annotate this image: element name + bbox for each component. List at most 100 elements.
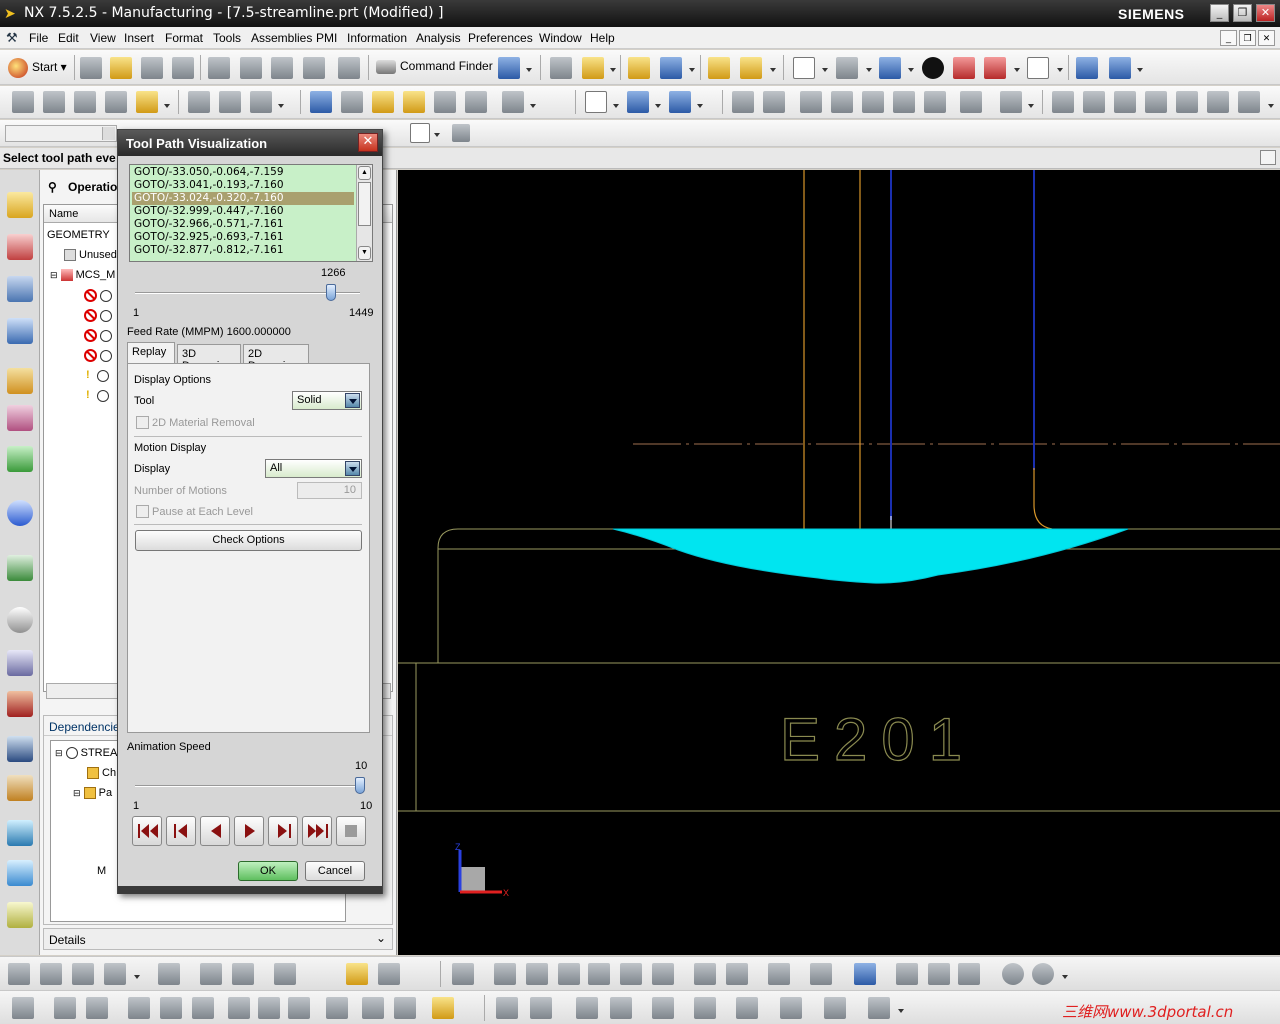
arc-icon[interactable] xyxy=(274,963,296,985)
fit-view-icon[interactable] xyxy=(793,57,815,79)
menu-tools[interactable]: Tools xyxy=(213,31,241,45)
dialog-close-button[interactable]: ✕ xyxy=(358,133,378,152)
surface-icon-b[interactable] xyxy=(924,91,946,113)
blank-icon-g[interactable] xyxy=(1238,91,1260,113)
render-style-icon[interactable] xyxy=(922,57,944,79)
display-options-icon[interactable] xyxy=(585,91,607,113)
analysis-icon-7[interactable] xyxy=(736,997,758,1019)
menu-pmi[interactable]: PMI xyxy=(316,31,337,45)
details-panel[interactable]: Details ⌄ xyxy=(43,928,393,950)
highlight-icon[interactable] xyxy=(432,997,454,1019)
operation-navigator-icon[interactable] xyxy=(7,318,33,344)
edit-tool-icon[interactable] xyxy=(12,997,34,1019)
add-geometry-icon[interactable] xyxy=(86,997,108,1019)
collapse-icon[interactable]: ⊟ xyxy=(50,270,58,280)
info-icon[interactable] xyxy=(7,500,33,526)
offset-icon[interactable] xyxy=(960,91,982,113)
collapse-icon[interactable]: ⊟ xyxy=(55,748,63,758)
blank-icon-b[interactable] xyxy=(1083,91,1105,113)
clock-icon[interactable] xyxy=(7,607,33,633)
program-view-icon[interactable] xyxy=(12,91,34,113)
play-forward-button[interactable] xyxy=(234,816,264,846)
cancel-cross-icon[interactable] xyxy=(1000,91,1022,113)
new-file-icon[interactable] xyxy=(80,57,102,79)
cut-object-icon[interactable] xyxy=(219,91,241,113)
postprocess-icon[interactable] xyxy=(403,91,425,113)
delete-icon[interactable] xyxy=(303,57,325,79)
align-icon[interactable] xyxy=(8,963,30,985)
material-removal-checkbox[interactable] xyxy=(136,416,149,429)
chain-icon[interactable] xyxy=(200,963,222,985)
menu-window[interactable]: Window xyxy=(539,31,582,45)
ok-button[interactable]: OK xyxy=(238,861,298,881)
generate-path-icon[interactable] xyxy=(628,57,650,79)
paste-icon[interactable] xyxy=(271,57,293,79)
method-view-icon[interactable] xyxy=(105,91,127,113)
edit-object-icon[interactable] xyxy=(188,91,210,113)
number-of-motions-field[interactable]: 10 xyxy=(297,482,362,499)
palette-icon[interactable] xyxy=(7,820,33,846)
hd3d-tools-icon[interactable] xyxy=(7,405,33,431)
check-options-button[interactable]: Check Options xyxy=(135,530,362,551)
blank-icon-c[interactable] xyxy=(1114,91,1136,113)
open-folder-icon[interactable] xyxy=(110,57,132,79)
create-operation-icon[interactable] xyxy=(136,91,158,113)
menu-insert[interactable]: Insert xyxy=(124,31,154,45)
user-icon[interactable] xyxy=(7,775,33,801)
cl-line[interactable]: GOTO/-32.966,-0.571,-7.161 xyxy=(132,218,354,231)
tree-structure-icon[interactable] xyxy=(40,963,62,985)
transform-icon[interactable] xyxy=(128,997,150,1019)
wireframe-icon[interactable] xyxy=(984,57,1006,79)
grid-chart-icon[interactable] xyxy=(104,963,126,985)
history-icon[interactable] xyxy=(7,555,33,581)
motion-slider-thumb[interactable] xyxy=(326,284,337,301)
motion-display-select[interactable]: All xyxy=(265,459,362,478)
geometry-view-icon[interactable] xyxy=(74,91,96,113)
menu-information[interactable]: Information xyxy=(347,31,407,45)
surface-op-icon[interactable] xyxy=(158,963,180,985)
verify-path-icon[interactable] xyxy=(660,57,682,79)
wrench-icon[interactable] xyxy=(394,997,416,1019)
pause-checkbox[interactable] xyxy=(136,505,149,518)
dialog-title-bar[interactable]: Tool Path Visualization xyxy=(118,130,382,156)
split-icon[interactable] xyxy=(192,997,214,1019)
tab-2d-dynamic[interactable]: 2D Dynamic xyxy=(243,344,309,372)
fast-forward-to-end-button[interactable] xyxy=(302,816,332,846)
type-filter-combo[interactable] xyxy=(5,125,117,142)
feature-op-icon-9[interactable] xyxy=(726,963,748,985)
tool-display-icon[interactable] xyxy=(669,91,691,113)
reuse-library-icon[interactable] xyxy=(7,368,33,394)
feature-op-icon-3[interactable] xyxy=(526,963,548,985)
process-studio-icon[interactable] xyxy=(7,650,33,676)
copy-object-icon[interactable] xyxy=(250,91,272,113)
analysis-icon-8[interactable] xyxy=(780,997,802,1019)
save-icon[interactable] xyxy=(141,57,163,79)
refresh-icon[interactable] xyxy=(1032,963,1054,985)
datum-icon[interactable] xyxy=(862,91,884,113)
part-navigator-icon[interactable] xyxy=(7,276,33,302)
measure-icon[interactable] xyxy=(258,997,280,1019)
rectangle-select-icon[interactable] xyxy=(410,123,430,143)
assembly-navigator-icon[interactable] xyxy=(7,192,33,218)
orient-view-icon[interactable] xyxy=(836,57,858,79)
feature-op-icon-10[interactable] xyxy=(768,963,790,985)
step-back-button[interactable] xyxy=(166,816,196,846)
play-backward-button[interactable] xyxy=(200,816,230,846)
machine-tool-icon[interactable] xyxy=(502,91,524,113)
analysis-icon-1[interactable] xyxy=(496,997,518,1019)
graphics-window[interactable]: E201 Z X xyxy=(398,170,1280,955)
verify-toolpath-icon[interactable] xyxy=(372,91,394,113)
feature-op-icon-2[interactable] xyxy=(494,963,516,985)
web-browser-icon[interactable] xyxy=(7,446,33,472)
text-a-icon[interactable] xyxy=(824,997,846,1019)
rewind-to-start-button[interactable] xyxy=(132,816,162,846)
wcs-icon[interactable] xyxy=(1076,57,1098,79)
folder-icon[interactable] xyxy=(7,860,33,886)
blank-icon-f[interactable] xyxy=(1207,91,1229,113)
cut-icon[interactable] xyxy=(208,57,230,79)
sketch-icon[interactable] xyxy=(288,997,310,1019)
link-icon[interactable] xyxy=(362,997,384,1019)
feature-op-icon-8[interactable] xyxy=(694,963,716,985)
menu-view[interactable]: View xyxy=(90,31,116,45)
command-finder-button[interactable]: Command Finder xyxy=(376,59,493,74)
